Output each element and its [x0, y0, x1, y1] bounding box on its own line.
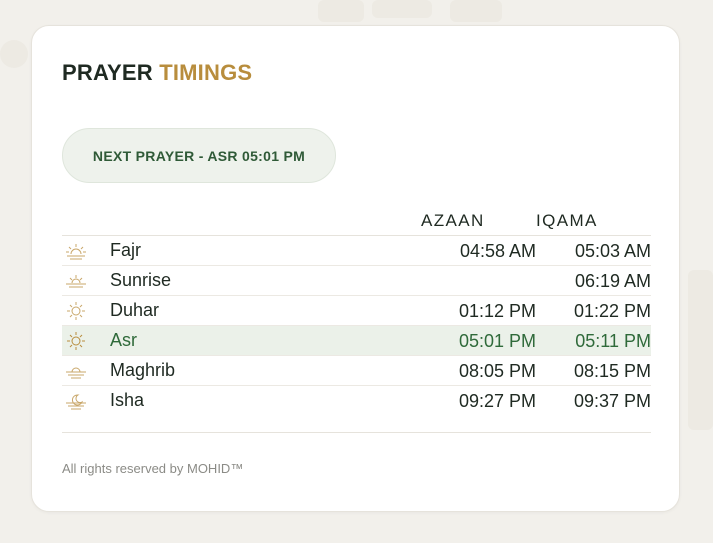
prayer-row-sunrise: Sunrise 06:19 AM	[62, 266, 651, 296]
title-part-2: TIMINGS	[159, 60, 253, 85]
iqama-time: 09:37 PM	[573, 391, 651, 411]
prayer-table: AZAAN IQAMA Fajr 04:58 AM 05:03 AM Sunri…	[62, 209, 651, 415]
prayer-row-maghrib: Maghrib 08:05 PM 08:15 PM	[62, 356, 651, 386]
iqama-time: 08:15 PM	[573, 361, 651, 381]
prayer-row-fajr: Fajr 04:58 AM 05:03 AM	[62, 236, 651, 266]
widget-title: PRAYER TIMINGS	[62, 60, 252, 86]
footer-copyright: All rights reserved by MOHID™	[62, 461, 244, 476]
column-header-azaan: AZAAN	[421, 211, 485, 230]
moon-horizon-icon	[66, 394, 86, 410]
azaan-time: 05:01 PM	[458, 331, 536, 351]
prayer-name: Maghrib	[110, 360, 176, 380]
azaan-time: 09:27 PM	[458, 391, 536, 411]
prayer-row-asr: Asr 05:01 PM 05:11 PM	[62, 326, 651, 356]
prayer-row-duhar: Duhar 01:12 PM 01:22 PM	[62, 296, 651, 326]
column-header-iqama: IQAMA	[536, 211, 598, 230]
prayer-name: Asr	[110, 330, 137, 350]
next-prayer-badge: NEXT PRAYER - ASR 05:01 PM	[62, 128, 336, 183]
azaan-time: 08:05 PM	[458, 361, 536, 381]
prayer-name: Sunrise	[110, 270, 172, 290]
iqama-time: 06:19 AM	[574, 271, 651, 291]
prayer-name: Fajr	[110, 240, 141, 260]
footer-divider	[62, 432, 651, 433]
sunset-icon	[66, 367, 86, 379]
next-prayer-label: NEXT PRAYER - ASR 05:01 PM	[92, 147, 306, 164]
azaan-time: 01:12 PM	[458, 301, 536, 321]
prayer-name: Isha	[110, 390, 145, 410]
iqama-time: 05:03 AM	[574, 241, 651, 261]
table-header: AZAAN IQAMA	[62, 209, 651, 236]
iqama-time: 01:22 PM	[573, 301, 651, 321]
iqama-time: 05:11 PM	[575, 331, 651, 351]
prayer-timings-card: PRAYER TIMINGS NEXT PRAYER - ASR 05:01 P…	[31, 25, 680, 512]
prayer-name: Duhar	[110, 300, 160, 320]
sun-horizon-icon	[66, 275, 86, 288]
sun-icon	[67, 302, 85, 320]
title-part-1: PRAYER	[62, 60, 153, 85]
sunrise-rays-icon	[66, 244, 86, 260]
sun-icon	[67, 332, 85, 350]
azaan-time: 04:58 AM	[459, 241, 536, 261]
prayer-row-isha: Isha 09:27 PM 09:37 PM	[62, 386, 651, 415]
